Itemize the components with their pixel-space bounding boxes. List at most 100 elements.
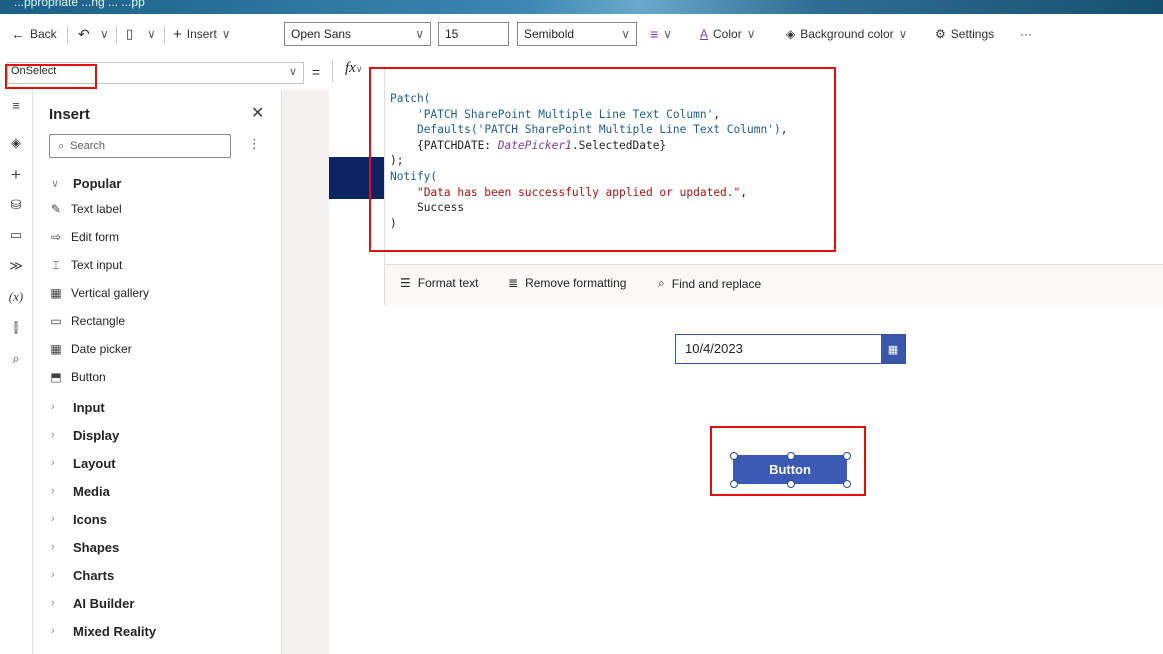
- text-color-icon: A: [700, 27, 709, 41]
- undo-button[interactable]: ↶: [78, 14, 90, 54]
- format-text-button[interactable]: ☰ Format text: [400, 276, 478, 290]
- advanced-tools-icon[interactable]: ⫿: [4, 317, 28, 339]
- chevron-right-icon: ›: [51, 429, 55, 441]
- text-label-icon: ✎: [50, 202, 62, 216]
- category-label: Layout: [73, 455, 116, 471]
- menu-icon[interactable]: ≡: [4, 94, 28, 116]
- align-icon: ≡: [650, 26, 659, 42]
- insert-item-label: Button: [71, 370, 106, 384]
- left-rail: ≡ ◈ + ⛁ ▭ ≫ (x) ⫿ ⌕: [0, 90, 33, 654]
- chevron-right-icon: ›: [51, 513, 55, 525]
- category-label: Input: [73, 399, 105, 415]
- clipboard-icon: ▯: [126, 26, 134, 41]
- insert-item[interactable]: ▦ Vertical gallery: [49, 282, 149, 304]
- category-item[interactable]: › Charts: [51, 564, 114, 586]
- paste-button[interactable]: ▯: [126, 14, 133, 54]
- back-button[interactable]: ← Back: [11, 14, 57, 54]
- command-bar: ← Back ↶ ∨ ▯ ∨ + Insert ∨ Open Sans ∨ 15…: [0, 14, 1163, 55]
- close-icon[interactable]: ✕: [251, 103, 264, 123]
- divider: [67, 26, 68, 44]
- align-button[interactable]: ≡ ∨: [650, 14, 672, 54]
- window-title-bar: ...ppropriate ...ng ... ...pp: [0, 0, 1163, 14]
- format-text-icon: ☰: [400, 276, 411, 290]
- chevron-down-icon: ∨: [746, 27, 756, 41]
- button-icon: ⬒: [50, 370, 62, 384]
- chevron-down-icon: ∨: [663, 27, 672, 41]
- highlight-formula: [369, 67, 836, 252]
- text-input-icon: ⌶: [52, 257, 60, 272]
- insert-item-label: Rectangle: [71, 314, 126, 328]
- find-replace-button[interactable]: ⌕ Find and replace: [658, 276, 761, 291]
- insert-item-label: Text label: [71, 202, 122, 216]
- insert-icon[interactable]: +: [4, 164, 28, 186]
- variables-icon[interactable]: (x): [4, 286, 28, 308]
- more-options-icon[interactable]: ⋮: [248, 136, 261, 152]
- category-item[interactable]: › Media: [51, 480, 110, 502]
- power-automate-icon[interactable]: ≫: [4, 255, 28, 277]
- search-icon: ⌕: [658, 276, 665, 290]
- more-button[interactable]: ···: [1020, 14, 1032, 54]
- category-label: AI Builder: [73, 595, 135, 611]
- category-label: Media: [73, 483, 110, 499]
- settings-button[interactable]: ⚙ Settings: [935, 14, 994, 54]
- insert-item[interactable]: ⬒ Button: [49, 366, 106, 388]
- category-popular[interactable]: ∨ Popular: [51, 172, 121, 194]
- rectangle-icon: ▭: [50, 314, 62, 328]
- category-label: Icons: [73, 511, 107, 527]
- pane-title: Insert: [49, 106, 90, 123]
- chevron-down-icon: ∨: [51, 177, 60, 190]
- category-label: Mixed Reality: [73, 623, 157, 639]
- remove-formatting-icon: ≣: [508, 276, 519, 290]
- chevron-right-icon: ›: [51, 457, 55, 469]
- font-weight-select[interactable]: Semibold ∨: [517, 22, 637, 46]
- insert-item-label: Edit form: [71, 230, 120, 244]
- undo-icon: ↶: [78, 25, 90, 42]
- background-color-button[interactable]: ◈ Background color ∨: [786, 14, 907, 54]
- divider: [116, 26, 117, 44]
- insert-item[interactable]: ✎ Text label: [49, 198, 122, 220]
- category-label: Display: [73, 427, 120, 443]
- insert-item[interactable]: ⌶ Text input: [49, 254, 122, 276]
- chevron-down-icon: ∨: [621, 27, 630, 41]
- edit-form-icon: ⇨: [50, 230, 62, 244]
- window-title: ...ppropriate ...ng ... ...pp: [14, 0, 145, 9]
- chevron-right-icon: ›: [51, 485, 55, 497]
- insert-item-label: Date picker: [71, 342, 132, 356]
- category-item[interactable]: › Shapes: [51, 536, 119, 558]
- insert-item-label: Vertical gallery: [71, 286, 150, 300]
- font-size-input[interactable]: 15: [438, 22, 509, 46]
- gear-icon: ⚙: [935, 27, 946, 41]
- remove-formatting-button[interactable]: ≣ Remove formatting: [508, 276, 626, 290]
- chevron-down-icon: ∨: [898, 27, 908, 41]
- category-item[interactable]: › Icons: [51, 508, 107, 530]
- category-item[interactable]: › Display: [51, 424, 119, 446]
- data-icon[interactable]: ⛁: [4, 194, 28, 216]
- insert-item[interactable]: ▭ Rectangle: [49, 310, 125, 332]
- category-item[interactable]: › Input: [51, 396, 105, 418]
- paste-dropdown[interactable]: ∨: [147, 14, 156, 54]
- category-item[interactable]: › AI Builder: [51, 592, 134, 614]
- highlight-property: [5, 64, 97, 89]
- search-input[interactable]: ⌕ Search: [49, 134, 231, 158]
- chevron-down-icon: ∨: [221, 27, 231, 41]
- color-button[interactable]: A Color ∨: [700, 14, 756, 54]
- category-item[interactable]: › Mixed Reality: [51, 620, 156, 642]
- divider: [164, 26, 165, 44]
- insert-item-label: Text input: [71, 258, 123, 272]
- category-item[interactable]: › Layout: [51, 452, 116, 474]
- insert-item[interactable]: ▦ Date picker: [49, 338, 132, 360]
- calendar-icon[interactable]: ▦: [881, 335, 905, 363]
- insert-button[interactable]: + Insert ∨: [173, 14, 231, 54]
- font-family-select[interactable]: Open Sans ∨: [284, 22, 431, 46]
- insert-pane: Insert ✕ ⌕ Search ⋮ ∨ Popular ✎ Text labe…: [33, 90, 282, 654]
- media-icon[interactable]: ▭: [4, 224, 28, 246]
- undo-dropdown[interactable]: ∨: [100, 14, 109, 54]
- chevron-down-icon: ∨: [415, 27, 424, 41]
- search-icon[interactable]: ⌕: [4, 348, 28, 370]
- insert-item[interactable]: ⇨ Edit form: [49, 226, 119, 248]
- tree-view-icon[interactable]: ◈: [4, 132, 28, 154]
- date-picker[interactable]: 10/4/2023 ▦: [675, 334, 906, 364]
- chevron-down-icon: ∨: [100, 27, 109, 41]
- chevron-down-icon: ∨: [355, 64, 363, 74]
- equals-sign: =: [312, 64, 321, 80]
